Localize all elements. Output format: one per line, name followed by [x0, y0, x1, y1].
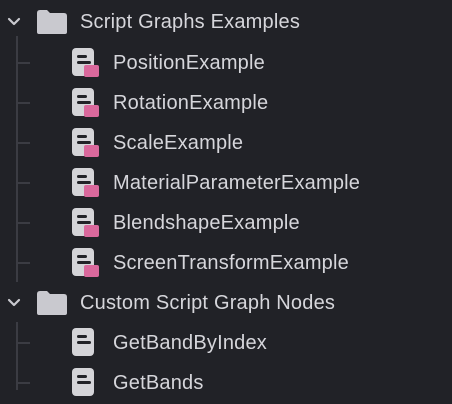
tree-guide-branch [16, 262, 30, 264]
script-graph-icon [70, 167, 100, 201]
script-graph-icon [70, 247, 100, 281]
item-label: ScaleExample [113, 131, 244, 154]
script-graph-icon [70, 87, 100, 121]
tree-guide-branch [16, 102, 30, 104]
tree-guide-branch [16, 382, 30, 384]
tree-folder-script-graphs-examples[interactable]: Script Graphs Examples [0, 2, 452, 42]
folder-label: Script Graphs Examples [80, 10, 301, 33]
tree-item-scale-example[interactable]: ScaleExample [0, 123, 452, 163]
tree-item-position-example[interactable]: PositionExample [0, 43, 452, 83]
tree-item-screen-transform-example[interactable]: ScreenTransformExample [0, 243, 452, 283]
folder-label: Custom Script Graph Nodes [80, 291, 336, 314]
folder-icon [35, 290, 69, 316]
item-label: RotationExample [113, 91, 269, 114]
tree-item-blendshape-example[interactable]: BlendshapeExample [0, 203, 452, 243]
tree-item-rotation-example[interactable]: RotationExample [0, 83, 452, 123]
tree-folder-custom-script-graph-nodes[interactable]: Custom Script Graph Nodes [0, 283, 452, 323]
script-node-icon [70, 367, 100, 401]
script-graph-icon [70, 127, 100, 161]
project-tree: Script Graphs Examples PositionExample R… [0, 0, 452, 404]
item-label: PositionExample [113, 51, 265, 74]
folder-icon [35, 9, 69, 35]
item-label: GetBandByIndex [113, 331, 268, 354]
tree-guide-branch [16, 62, 30, 64]
script-node-icon [70, 327, 100, 361]
chevron-down-icon[interactable] [4, 12, 24, 32]
tree-item-get-band-by-index[interactable]: GetBandByIndex [0, 323, 452, 363]
script-graph-icon [70, 207, 100, 241]
item-label: GetBands [113, 371, 204, 394]
tree-guide-branch [16, 342, 30, 344]
chevron-down-icon[interactable] [4, 293, 24, 313]
tree-guide-branch [16, 182, 30, 184]
tree-guide-branch [16, 142, 30, 144]
script-graph-icon [70, 47, 100, 81]
item-label: MaterialParameterExample [113, 171, 361, 194]
tree-item-material-parameter-example[interactable]: MaterialParameterExample [0, 163, 452, 203]
item-label: ScreenTransformExample [113, 251, 349, 274]
item-label: BlendshapeExample [113, 211, 300, 234]
tree-guide-branch [16, 222, 30, 224]
tree-item-get-bands[interactable]: GetBands [0, 363, 452, 403]
